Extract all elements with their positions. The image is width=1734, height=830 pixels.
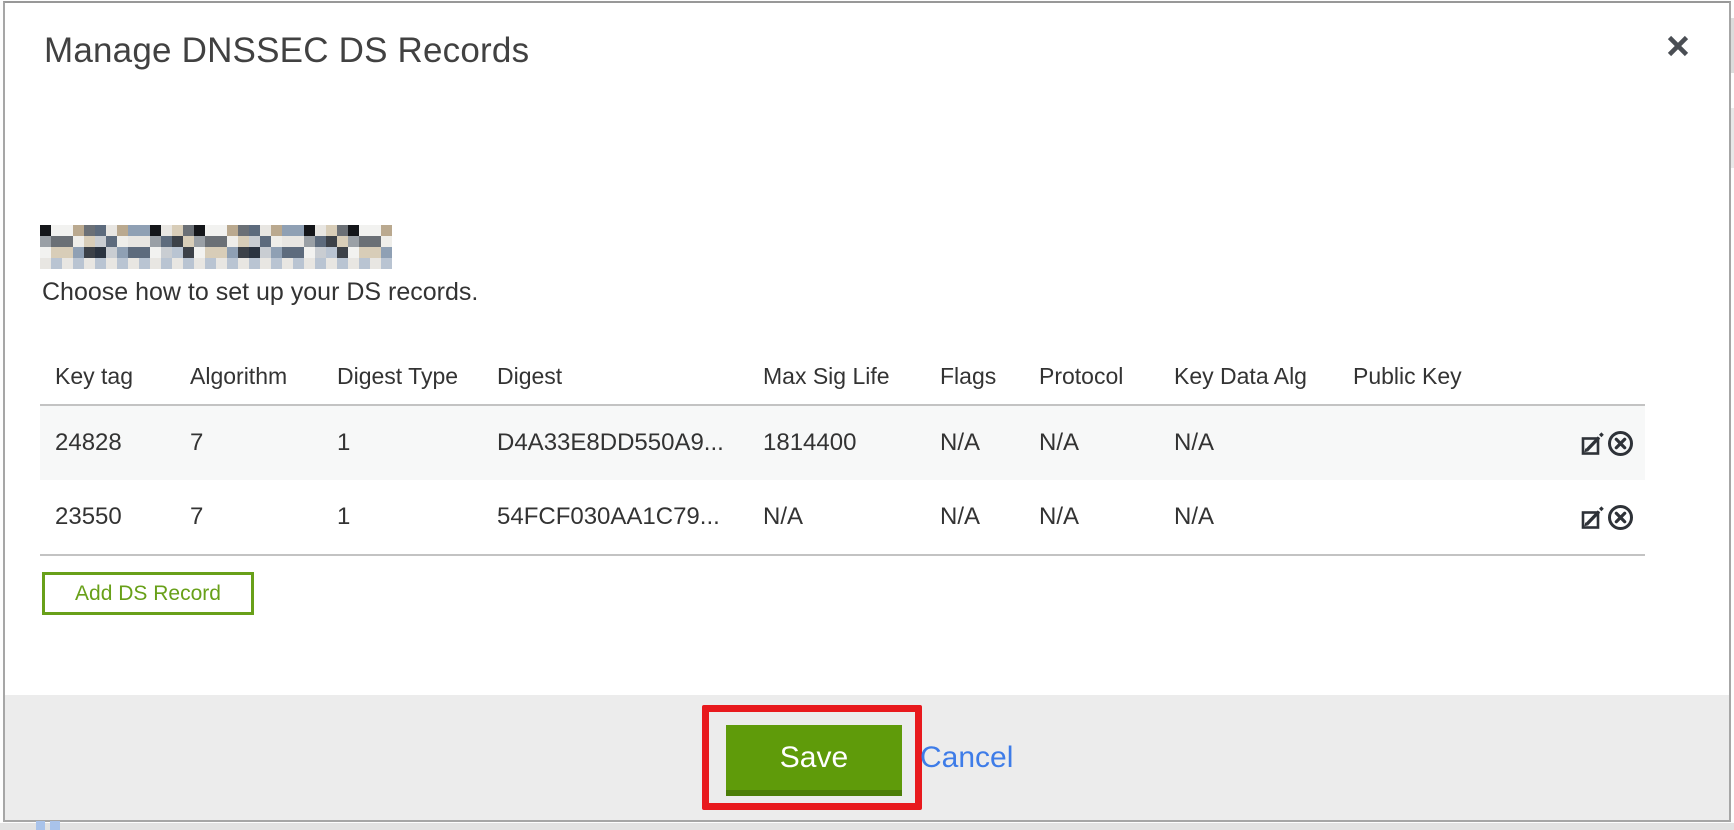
cell-key-tag: 24828: [40, 405, 175, 480]
cell-key-tag: 23550: [40, 480, 175, 555]
cell-digest: 54FCF030AA1C79...: [482, 480, 748, 555]
edit-icon: [1579, 519, 1606, 534]
edit-record-button[interactable]: [1579, 430, 1606, 457]
page-behind-text-fragment: [36, 821, 45, 830]
col-algorithm: Algorithm: [175, 363, 322, 405]
table-row: 23550 7 1 54FCF030AA1C79... N/A N/A N/A …: [40, 480, 1645, 555]
cell-flags: N/A: [925, 480, 1024, 555]
close-icon: [1663, 49, 1693, 64]
table-row: 24828 7 1 D4A33E8DD550A9... 1814400 N/A …: [40, 405, 1645, 480]
cell-digest-type: 1: [322, 405, 482, 480]
ds-records-table: Key tag Algorithm Digest Type Digest Max…: [40, 363, 1645, 556]
col-digest-type: Digest Type: [322, 363, 482, 405]
edit-icon: [1579, 445, 1606, 460]
add-ds-record-button[interactable]: Add DS Record: [42, 572, 254, 615]
delete-record-button[interactable]: [1606, 429, 1635, 458]
col-key-tag: Key tag: [40, 363, 175, 405]
cell-max-sig-life: N/A: [748, 480, 925, 555]
cell-digest-type: 1: [322, 480, 482, 555]
cancel-link[interactable]: Cancel: [920, 705, 1013, 810]
cell-digest: D4A33E8DD550A9...: [482, 405, 748, 480]
cell-protocol: N/A: [1024, 405, 1159, 480]
col-max-sig-life: Max Sig Life: [748, 363, 925, 405]
instruction-text: Choose how to set up your DS records.: [42, 278, 478, 307]
cell-algorithm: 7: [175, 405, 322, 480]
cell-actions: [1550, 405, 1645, 480]
screenshot-canvas: Manage DNSSEC DS Records Choose how to s…: [0, 0, 1734, 830]
dialog-footer: Save Cancel: [5, 695, 1729, 820]
cell-key-data-alg: N/A: [1159, 480, 1338, 555]
cell-algorithm: 7: [175, 480, 322, 555]
delete-icon: [1606, 446, 1635, 461]
delete-icon: [1606, 520, 1635, 535]
col-key-data-alg: Key Data Alg: [1159, 363, 1338, 405]
page-behind-text-fragment: [50, 821, 60, 830]
cell-flags: N/A: [925, 405, 1024, 480]
table-header-row: Key tag Algorithm Digest Type Digest Max…: [40, 363, 1645, 405]
col-flags: Flags: [925, 363, 1024, 405]
cell-protocol: N/A: [1024, 480, 1159, 555]
edit-record-button[interactable]: [1579, 504, 1606, 531]
manage-dnssec-dialog: Manage DNSSEC DS Records Choose how to s…: [3, 1, 1731, 822]
cell-public-key: [1338, 405, 1550, 480]
cell-key-data-alg: N/A: [1159, 405, 1338, 480]
cell-max-sig-life: 1814400: [748, 405, 925, 480]
dialog-title: Manage DNSSEC DS Records: [44, 31, 529, 71]
cell-actions: [1550, 480, 1645, 555]
col-actions: [1550, 363, 1645, 405]
page-behind-bottom-strip: [0, 823, 1734, 830]
col-digest: Digest: [482, 363, 748, 405]
save-button[interactable]: Save: [726, 725, 902, 796]
close-button[interactable]: [1660, 29, 1696, 65]
delete-record-button[interactable]: [1606, 503, 1635, 532]
cell-public-key: [1338, 480, 1550, 555]
domain-name-redacted: [40, 225, 392, 269]
col-protocol: Protocol: [1024, 363, 1159, 405]
col-public-key: Public Key: [1338, 363, 1550, 405]
